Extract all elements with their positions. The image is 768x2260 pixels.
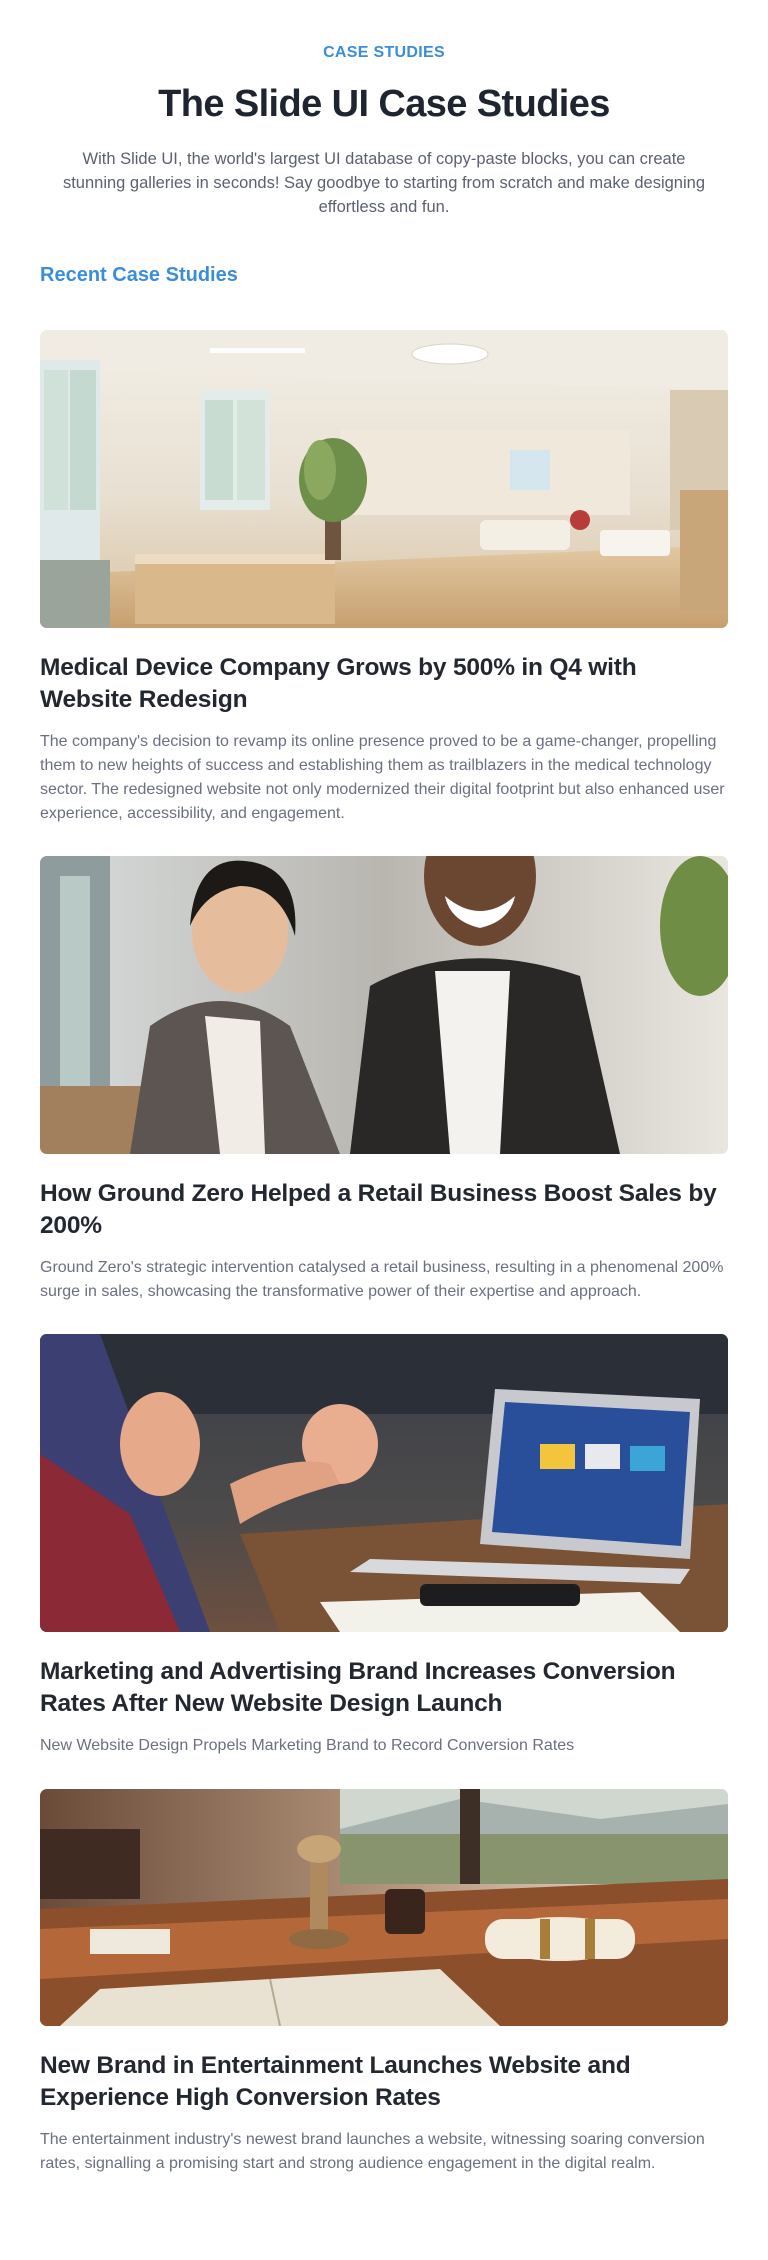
case-study-card[interactable]: Marketing and Advertising Brand Increase…	[40, 1334, 728, 1758]
office-interior-photo[interactable]	[40, 330, 728, 628]
case-study-summary: The entertainment industry's newest bran…	[40, 2131, 705, 2172]
case-study-title[interactable]: Marketing and Advertising Brand Increase…	[40, 1656, 728, 1720]
business-people-photo[interactable]	[40, 856, 728, 1154]
case-study-title[interactable]: Medical Device Company Grows by 500% in …	[40, 652, 728, 716]
case-study-summary: The company's decision to revamp its onl…	[40, 733, 725, 822]
case-study-card[interactable]: New Brand in Entertainment Launches Webs…	[40, 1789, 728, 2176]
case-study-card[interactable]: How Ground Zero Helped a Retail Business…	[40, 856, 728, 1304]
case-study-title[interactable]: New Brand in Entertainment Launches Webs…	[40, 2050, 728, 2114]
page-header: CASE STUDIES The Slide UI Case Studies W…	[0, 0, 768, 219]
case-study-card[interactable]: Medical Device Company Grows by 500% in …	[40, 330, 728, 826]
page-description: With Slide UI, the world's largest UI da…	[62, 150, 706, 216]
case-studies-page: CASE STUDIES The Slide UI Case Studies W…	[0, 0, 768, 2176]
laptop-meeting-photo[interactable]	[40, 1334, 728, 1632]
recent-case-studies-heading: Recent Case Studies	[40, 264, 238, 286]
case-study-summary: New Website Design Propels Marketing Bra…	[40, 1737, 575, 1754]
case-study-summary: Ground Zero's strategic intervention cat…	[40, 1259, 724, 1300]
page-title: The Slide UI Case Studies	[158, 83, 610, 125]
eyebrow-label: CASE STUDIES	[323, 44, 445, 61]
case-study-title[interactable]: How Ground Zero Helped a Retail Business…	[40, 1178, 728, 1242]
desk-scroll-photo[interactable]	[40, 1789, 728, 2026]
